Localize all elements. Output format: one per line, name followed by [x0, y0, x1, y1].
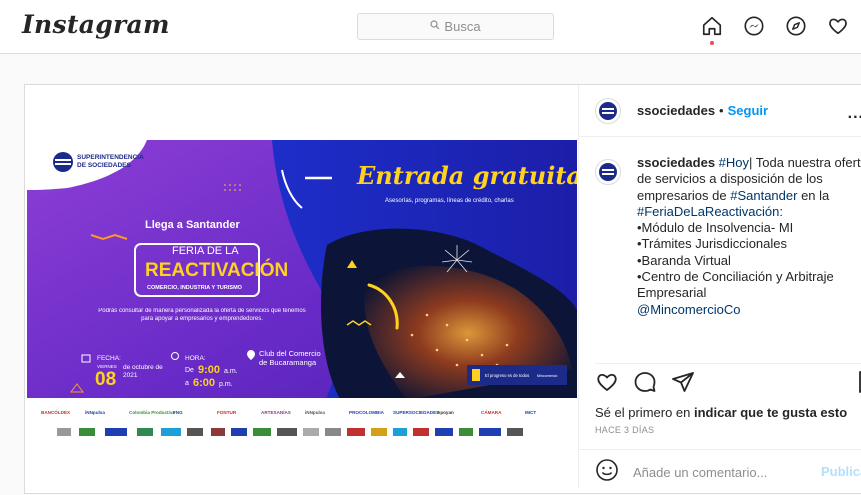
sponsor-logo: CÁMARA: [481, 409, 502, 415]
caption-text-segment: :: [779, 203, 783, 219]
caption-line: •Centro de Conciliación y Arbitraje: [637, 269, 861, 285]
home-icon[interactable]: [700, 14, 724, 45]
caption-text-segment: •Centro de Conciliación y Arbitraje: [637, 269, 834, 285]
sponsor-logo: FNG: [173, 410, 183, 415]
instagram-logo[interactable]: Instagram: [22, 10, 170, 39]
hashtag-link[interactable]: #Hoy: [719, 155, 749, 170]
sponsor-logo: SUPERSOCIEDADES: [393, 410, 439, 415]
sponsor-logo: Apoyan: [437, 410, 454, 415]
sponsor-logo: BANCÓLDEX: [41, 408, 71, 415]
comment-input[interactable]: Añade un comentario...: [633, 465, 767, 480]
sponsor-logo: ARTESANÍAS: [261, 408, 291, 415]
banner-feria-line2: REACTIVACIÓN: [145, 259, 288, 281]
top-nav: Instagram Busca: [0, 0, 861, 54]
post-sidebar: ssociedades • Seguir ... ssociedades #Ho…: [578, 85, 861, 488]
caption-text-segment: empresarios de: [637, 187, 731, 203]
caption-line: •Trámites Jurisdiccionales: [637, 236, 861, 252]
caption-text-segment: Empresarial: [637, 285, 707, 301]
banner-hora-de: De: [185, 367, 194, 374]
hashtag-link[interactable]: #Santander: [730, 188, 797, 203]
caption-username[interactable]: ssociedades: [637, 155, 719, 170]
caption-line: Empresarial: [637, 285, 861, 301]
banner-blurb: Podrás consultar de manera personalizada…: [98, 308, 306, 322]
banner-hora-label: HORA:: [185, 355, 206, 362]
likes-prefix: Sé el primero en: [595, 405, 694, 420]
banner-feria-line3: COMERCIO, INDUSTRIA Y TURISMO: [147, 285, 243, 291]
post-header: ssociedades • Seguir ...: [579, 85, 861, 137]
hashtag-link[interactable]: #FeriaDeLaReactivación: [637, 204, 779, 219]
banner-fecha-label: FECHA:: [97, 355, 121, 362]
caption-text-segment: •Trámites Jurisdiccionales: [637, 236, 788, 252]
caption-text-segment: •Módulo de Insolvencia- MI: [637, 220, 794, 236]
search-input[interactable]: Busca: [357, 13, 554, 40]
publish-button[interactable]: Publicar: [821, 464, 861, 479]
search-placeholder: Busca: [444, 19, 481, 34]
banner-lugar: Club del Comercio de Bucaramanga: [259, 350, 321, 367]
sponsor-logo: IMCT: [525, 410, 536, 415]
heart-icon[interactable]: [826, 14, 850, 38]
caption-line: empresarios de #Santander en la: [637, 188, 861, 204]
banner-headline: Entrada gratuita: [356, 161, 577, 190]
banner-brand-line1: SUPERINTENDENCIA: [77, 154, 144, 161]
post-username[interactable]: ssociedades: [637, 103, 715, 118]
caption-text: ssociedades #Hoy| Toda nuestra oferta de …: [637, 155, 861, 318]
explore-icon[interactable]: [784, 14, 808, 38]
comment-bar: Añade un comentario... Publicar: [579, 449, 861, 495]
caption-line: •Baranda Virtual: [637, 253, 861, 269]
post-actions: [595, 363, 861, 393]
search-icon: [430, 20, 440, 33]
sponsor-logo: FONTUR: [217, 410, 237, 415]
follow-button[interactable]: Seguir: [728, 103, 768, 118]
likes-text: Sé el primero en indicar que te gusta es…: [595, 405, 847, 420]
caption-text-segment: de servicios a disposición de los: [637, 171, 823, 187]
caption-line: @MincomercioCo: [637, 302, 861, 318]
separator: •: [719, 103, 724, 118]
sponsor-logo: iNNpulsa: [85, 410, 105, 415]
be-first-to-like-link[interactable]: indicar que te gusta esto: [694, 405, 847, 420]
banner-arrives: Llega a Santander: [145, 219, 240, 231]
caption-text-segment: en la: [797, 187, 830, 203]
banner-hora-am: a.m.: [224, 368, 238, 375]
caption-text-segment: •Baranda Virtual: [637, 252, 731, 268]
banner-fecha-month: de octubre de 2021: [123, 364, 163, 379]
banner-subhead: Asesorías, programas, líneas de crédito,…: [385, 198, 514, 204]
post-media[interactable]: SUPERINTENDENCIA DE SOCIEDADES Entrada g…: [25, 85, 578, 488]
sponsor-logo: PROCOLOMBIA: [349, 410, 385, 415]
post-caption: ssociedades #Hoy| Toda nuestra oferta de …: [595, 155, 861, 318]
more-options-icon[interactable]: ...: [848, 105, 861, 123]
caption-line: •Módulo de Insolvencia- MI: [637, 220, 861, 236]
caption-line: de servicios a disposición de los: [637, 171, 861, 187]
notification-dot: [710, 41, 714, 45]
emoji-icon[interactable]: [595, 458, 619, 487]
caption-text-segment: | Toda nuestra oferta: [749, 155, 861, 170]
banner-brand-line2: DE SOCIEDADES: [77, 162, 131, 169]
banner-ministry: Mincomercio: [537, 374, 557, 378]
sponsor-logo: iNNpulsa: [305, 410, 325, 415]
banner-hora-pm: p.m.: [219, 381, 233, 388]
banner-hora-a: a: [185, 380, 189, 387]
comment-icon[interactable]: [633, 370, 657, 399]
post-card: SUPERINTENDENCIA DE SOCIEDADES Entrada g…: [24, 84, 861, 494]
messenger-icon[interactable]: [742, 14, 766, 38]
banner-fecha-num: 08: [95, 369, 116, 390]
caption-line: #FeriaDeLaReactivación:: [637, 204, 861, 220]
caption-line: ssociedades #Hoy| Toda nuestra oferta: [637, 155, 861, 171]
sponsor-logo: Colombia Productiva: [129, 410, 175, 415]
post-timestamp[interactable]: HACE 3 DÍAS: [595, 425, 654, 435]
caption-avatar[interactable]: [595, 159, 621, 185]
banner-gov-label: El progreso es de todos: [485, 373, 529, 378]
like-heart-icon[interactable]: [595, 370, 619, 399]
avatar[interactable]: [595, 97, 621, 124]
event-banner-image[interactable]: SUPERINTENDENCIA DE SOCIEDADES Entrada g…: [27, 140, 577, 447]
share-icon[interactable]: [671, 370, 695, 399]
banner-hora-end: 6:00: [193, 377, 215, 389]
mention-link[interactable]: @MincomercioCo: [637, 302, 741, 317]
banner-hora-start: 9:00: [198, 364, 220, 376]
banner-feria-line1: FERIA DE LA: [172, 245, 239, 257]
